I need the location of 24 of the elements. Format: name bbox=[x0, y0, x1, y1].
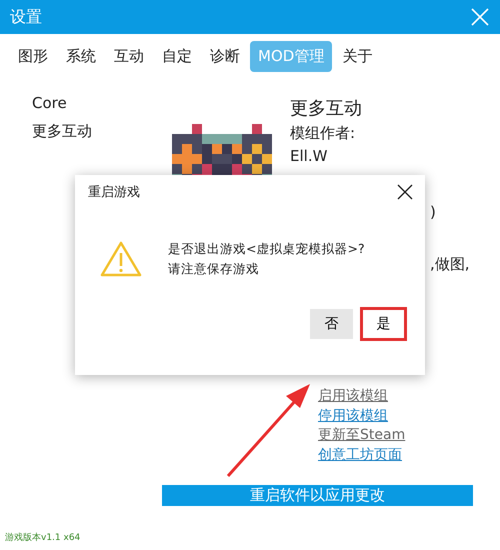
window-title: 设置 bbox=[10, 6, 42, 28]
warning-icon bbox=[100, 241, 142, 277]
action-link[interactable]: 停用该模组 bbox=[318, 406, 388, 426]
description-text: ) bbox=[429, 203, 437, 221]
tab[interactable]: 关于 bbox=[334, 41, 380, 72]
dialog-button[interactable]: 否 bbox=[310, 309, 353, 339]
close-icon[interactable] bbox=[397, 184, 413, 200]
mod-name: 更多互动 bbox=[290, 97, 363, 120]
tab[interactable]: 自定 bbox=[154, 41, 200, 72]
tab[interactable]: 互动 bbox=[106, 41, 152, 72]
dialog-title: 重启游戏 bbox=[88, 184, 140, 201]
mod-list-item[interactable]: Core bbox=[32, 94, 172, 112]
dialog-message: 是否退出游戏<虚拟桌宠模拟器>? bbox=[168, 240, 365, 258]
tab[interactable]: 诊断 bbox=[202, 41, 248, 72]
tab[interactable]: 图形 bbox=[10, 41, 56, 72]
description-text: ,做图, bbox=[429, 255, 471, 274]
dialog-button[interactable]: 是 bbox=[362, 309, 405, 339]
author-name: Ell.W bbox=[290, 147, 328, 165]
author-label: 模组作者: bbox=[290, 124, 356, 143]
mod-list-item[interactable]: 更多互动 bbox=[32, 122, 172, 141]
version-text: 游戏版本v1.1 x64 bbox=[5, 532, 80, 544]
action-link[interactable]: 创意工坊页面 bbox=[318, 446, 402, 465]
tab[interactable]: 系统 bbox=[58, 41, 104, 72]
dialog-message: 请注意保存游戏 bbox=[168, 260, 260, 278]
